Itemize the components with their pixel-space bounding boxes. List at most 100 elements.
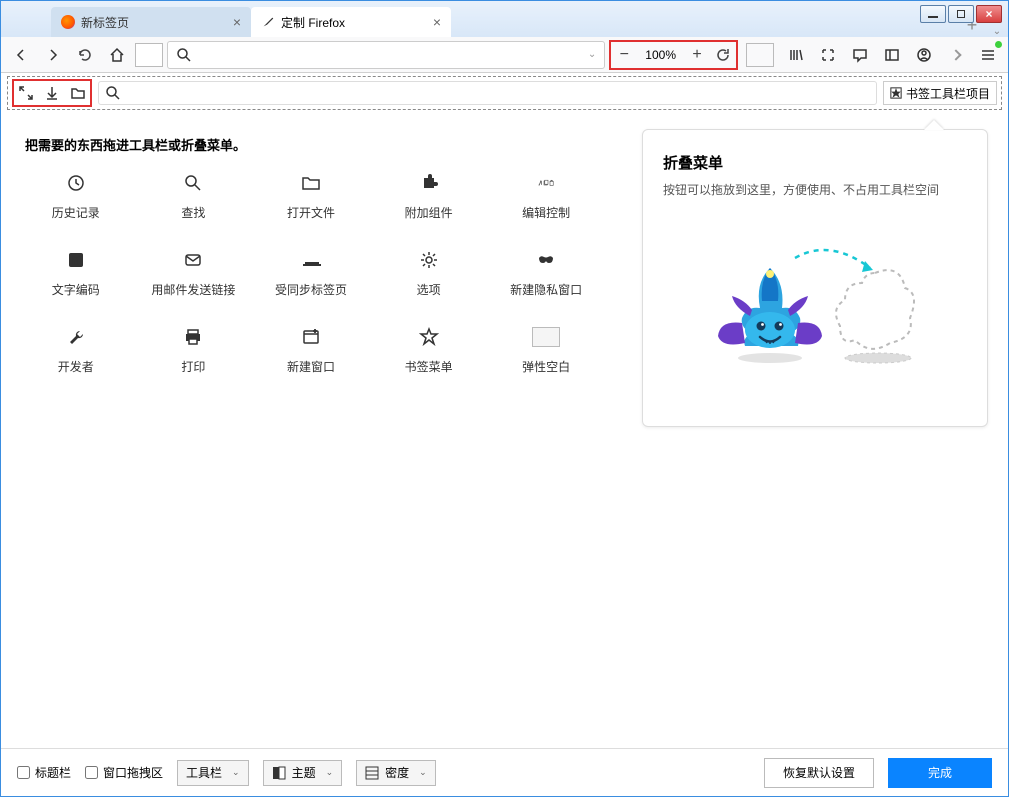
titlebar: 新标签页 × 定制 Firefox × + ⌄ × — [1, 1, 1008, 37]
tool-label: 受同步标签页 — [275, 281, 347, 298]
flexible-space-icon — [532, 326, 560, 348]
tool-find[interactable]: 查找 — [139, 172, 249, 221]
download-icon[interactable] — [42, 83, 62, 103]
chat-button[interactable] — [846, 41, 874, 69]
tab-label: 定制 Firefox — [281, 14, 345, 31]
tool-encoding[interactable]: ití 文字编码 — [21, 249, 131, 298]
toolbars-dropdown[interactable]: 工具栏 ⌄ — [177, 760, 249, 786]
chevron-down-icon[interactable]: ⌄ — [588, 49, 596, 60]
tool-palette-grid: 历史记录 查找 打开文件 — [21, 172, 601, 375]
folder-icon[interactable] — [68, 83, 88, 103]
drag-area-checkbox-input[interactable] — [85, 766, 98, 779]
titlebar-checkbox[interactable]: 标题栏 — [17, 764, 71, 781]
mail-link-icon — [179, 249, 207, 271]
chevron-down-icon: ⌄ — [419, 767, 427, 778]
tool-label: 打开文件 — [287, 204, 335, 221]
maximize-button[interactable] — [948, 5, 974, 23]
back-button[interactable] — [7, 41, 35, 69]
close-button[interactable]: × — [976, 5, 1002, 23]
restore-defaults-button[interactable]: 恢复默认设置 — [764, 758, 874, 788]
tool-preferences[interactable]: 选项 — [374, 249, 484, 298]
density-dropdown-label: 密度 — [385, 764, 409, 781]
tool-label: 开发者 — [58, 358, 94, 375]
customize-main: 把需要的东西拖进工具栏或折叠菜单。 历史记录 查找 — [1, 113, 1008, 748]
zoom-reset-button[interactable] — [710, 42, 736, 68]
new-window-icon — [297, 326, 325, 348]
tool-history[interactable]: 历史记录 — [21, 172, 131, 221]
encoding-icon: ití — [62, 249, 90, 271]
tool-label: 附加组件 — [405, 204, 453, 221]
edit-controls-icon — [532, 172, 560, 194]
tool-email-link[interactable]: 用邮件发送链接 — [139, 249, 249, 298]
overflow-panel-description: 按钮可以拖放到这里，方便使用、不占用工具栏空间 — [663, 181, 967, 200]
minimize-button[interactable] — [920, 5, 946, 23]
tool-new-window[interactable]: 新建窗口 — [256, 326, 366, 375]
tabstrip: 新标签页 × 定制 Firefox × — [51, 5, 451, 37]
bookmarks-toolbar-items-button[interactable]: 书签工具栏项目 — [883, 81, 997, 105]
zoom-out-button[interactable]: − — [611, 42, 637, 68]
zoom-level-label: 100% — [637, 48, 684, 62]
screenshot-button[interactable] — [814, 41, 842, 69]
tab-new-tab[interactable]: 新标签页 × — [51, 7, 251, 37]
tool-addons[interactable]: 附加组件 — [374, 172, 484, 221]
panel-arrow — [924, 120, 944, 130]
close-icon[interactable]: × — [233, 14, 241, 30]
instruction-text: 把需要的东西拖进工具栏或折叠菜单。 — [25, 135, 622, 154]
drag-area-checkbox[interactable]: 窗口拖拽区 — [85, 764, 163, 781]
chevron-down-icon: ⌄ — [232, 767, 240, 778]
flexible-space[interactable] — [135, 43, 163, 67]
wrench-icon — [62, 326, 90, 348]
tool-open-file[interactable]: 打开文件 — [256, 172, 366, 221]
chevron-down-icon: ⌄ — [326, 767, 334, 778]
bookmarks-toolbar-label: 书签工具栏项目 — [906, 85, 990, 102]
titlebar-checkbox-input[interactable] — [17, 766, 30, 779]
tool-edit-controls[interactable]: 编辑控制 — [491, 172, 601, 221]
forward-button[interactable] — [39, 41, 67, 69]
overflow-illustration — [663, 228, 967, 378]
tab-customize[interactable]: 定制 Firefox × — [251, 7, 451, 37]
home-button[interactable] — [103, 41, 131, 69]
url-bar[interactable]: ⌄ — [167, 41, 605, 69]
highlighted-toolbar-items — [12, 79, 92, 107]
palette-search-field[interactable] — [98, 81, 877, 105]
tool-bookmarks-menu[interactable]: 书签菜单 — [374, 326, 484, 375]
tool-label: 编辑控制 — [522, 204, 570, 221]
tool-label: 查找 — [181, 204, 205, 221]
tool-label: 打印 — [181, 358, 205, 375]
library-button[interactable] — [782, 41, 810, 69]
overflow-panel-title: 折叠菜单 — [663, 152, 967, 173]
tabs-dropdown-button[interactable]: ⌄ — [986, 26, 1008, 37]
toolbars-dropdown-label: 工具栏 — [186, 764, 222, 781]
navbar: ⌄ − 100% + — [1, 37, 1008, 73]
fullscreen-icon[interactable] — [16, 83, 36, 103]
firefox-icon — [61, 15, 75, 29]
themes-dropdown-label: 主题 — [292, 764, 316, 781]
folder-open-icon — [297, 172, 325, 194]
sidebar-button[interactable] — [878, 41, 906, 69]
tool-synced-tabs[interactable]: 受同步标签页 — [256, 249, 366, 298]
zoom-in-button[interactable]: + — [684, 42, 710, 68]
tool-label: 新建隐私窗口 — [510, 281, 582, 298]
close-icon[interactable]: × — [433, 14, 441, 30]
customize-footer: 标题栏 窗口拖拽区 工具栏 ⌄ 主题 ⌄ 密度 ⌄ 恢复默认设置 完成 — [1, 748, 1008, 796]
tool-flexible-space[interactable]: 弹性空白 — [491, 326, 601, 375]
tool-private-window[interactable]: 新建隐私窗口 — [491, 249, 601, 298]
tool-label: 历史记录 — [52, 204, 100, 221]
overflow-button[interactable] — [942, 41, 970, 69]
brush-icon — [261, 15, 275, 29]
search-icon — [176, 47, 192, 63]
app-menu-button[interactable] — [974, 41, 1002, 69]
tab-label: 新标签页 — [81, 14, 129, 31]
reload-button[interactable] — [71, 41, 99, 69]
done-button[interactable]: 完成 — [888, 758, 992, 788]
themes-dropdown[interactable]: 主题 ⌄ — [263, 760, 343, 786]
tool-developer[interactable]: 开发者 — [21, 326, 131, 375]
tool-label: 用邮件发送链接 — [151, 281, 235, 298]
account-button[interactable] — [910, 41, 938, 69]
density-dropdown[interactable]: 密度 ⌄ — [356, 760, 436, 786]
overflow-panel[interactable]: 折叠菜单 按钮可以拖放到这里，方便使用、不占用工具栏空间 — [642, 129, 988, 427]
window-controls: × — [920, 5, 1002, 23]
flexible-space[interactable] — [746, 43, 774, 67]
tool-print[interactable]: 打印 — [139, 326, 249, 375]
tool-label: 文字编码 — [52, 281, 100, 298]
